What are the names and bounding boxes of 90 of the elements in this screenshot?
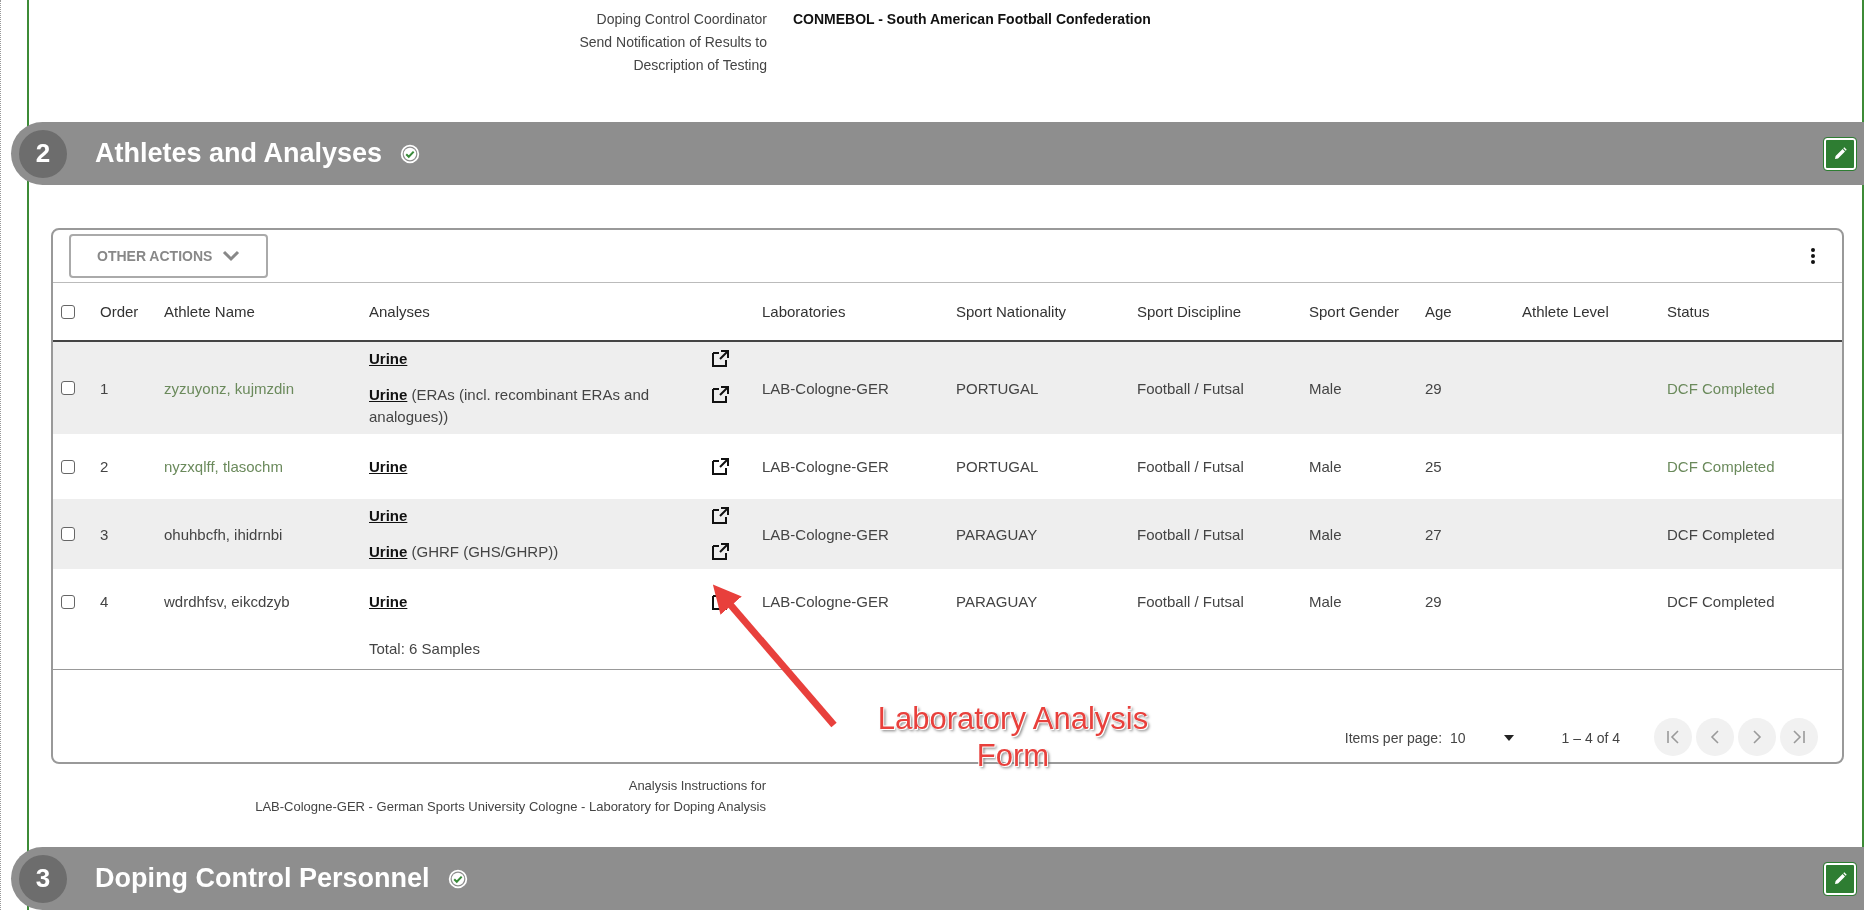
first-chevron-icon (1664, 728, 1682, 746)
open-form-button[interactable] (711, 350, 729, 368)
checkbox[interactable] (61, 459, 75, 474)
table-cell: LAB-Cologne-GER (762, 458, 889, 475)
open-external-icon (711, 386, 729, 404)
table-cell: PORTUGAL (956, 458, 1039, 475)
open-form-button[interactable] (711, 386, 729, 404)
table-cell: 1 (100, 379, 109, 397)
table-cell: LAB-Cologne-GER (762, 379, 889, 397)
column-header[interactable]: Laboratories (762, 303, 846, 320)
sample-link[interactable]: Urine (369, 592, 408, 610)
column-header[interactable]: Age (1425, 303, 1452, 320)
status-text: DCF Completed (1667, 593, 1775, 610)
analysis-text: Urine (GHRF (GHS/GHRP)) (369, 542, 559, 562)
table-cell: 29 (1425, 593, 1442, 610)
table-cell: Football / Futsal (1137, 458, 1244, 475)
open-external-icon (711, 350, 729, 368)
pencil-icon (1832, 870, 1848, 887)
field-value: CONMEBOL - South American Football Confederation (793, 11, 1152, 28)
table-cell: Male (1309, 593, 1342, 610)
table-cell: LAB-Cologne-GER (762, 525, 889, 543)
edit-button[interactable] (1824, 137, 1856, 170)
open-form-button[interactable] (711, 457, 729, 476)
column-header[interactable]: Athlete Level (1522, 303, 1609, 320)
sample-link[interactable]: Urine (369, 507, 408, 524)
field-label: Description of Testing (632, 57, 767, 74)
athlete-name: nyzxqlff, tlasochm (164, 458, 283, 475)
sample-link[interactable]: Urine (369, 350, 408, 367)
items-per-page-label: Items per page: (1344, 730, 1443, 746)
page-range-text: 1 – 4 of 4 (1561, 730, 1620, 746)
column-header[interactable]: Athlete Name (164, 303, 255, 320)
table-cell: Football / Futsal (1137, 593, 1244, 610)
status-text: DCF Completed (1667, 379, 1775, 397)
open-form-button[interactable] (711, 507, 729, 525)
column-header[interactable]: Sport Discipline (1137, 303, 1242, 320)
table-cell: LAB-Cologne-GER (762, 593, 889, 610)
column-header[interactable]: Sport Gender (1309, 303, 1400, 320)
table-cell: PARAGUAY (956, 525, 1038, 543)
step-number: 3 (19, 854, 67, 903)
table-cell: 25 (1425, 458, 1442, 475)
dropdown-caret-icon (1503, 735, 1514, 741)
open-external-icon (711, 507, 729, 525)
field-label: Send Notification of Results to (578, 34, 767, 51)
instructions-text: LAB-Cologne-GER - German Sports University Cologne - Laboratory for Doping Analysis (255, 799, 766, 814)
sample-link[interactable]: Urine (369, 543, 408, 560)
table-cell: 27 (1425, 525, 1442, 543)
sample-link[interactable]: Urine (369, 457, 408, 475)
last-chevron-icon (1790, 728, 1808, 746)
athlete-name: wdrdhfsv, eikcdzyb (164, 593, 290, 610)
column-header[interactable]: Status (1667, 303, 1710, 320)
table-cell: Male (1309, 458, 1342, 475)
sample-link[interactable]: Urine (369, 386, 408, 403)
annotation-label: Laboratory Analysis Form (876, 700, 1150, 774)
edit-button[interactable] (1824, 862, 1856, 895)
other-actions-button[interactable]: OTHER ACTIONS (69, 234, 269, 278)
instructions-text: Analysis Instructions for (628, 778, 766, 793)
checkbox[interactable] (61, 381, 75, 395)
status-text: DCF Completed (1667, 525, 1775, 543)
section-title: Athletes and Analyses (95, 138, 383, 169)
section-title: Doping Control Personnel (95, 863, 430, 894)
table-cell: Football / Futsal (1137, 525, 1244, 543)
checkbox[interactable] (61, 594, 75, 609)
items-per-page-select[interactable]: 10 (1450, 730, 1514, 746)
athlete-name: zyzuyonz, kujmzdin (164, 379, 295, 397)
total-text: Total: 6 Samples (369, 640, 480, 657)
checkbox[interactable] (61, 304, 75, 319)
open-form-button[interactable] (711, 543, 729, 561)
status-text: DCF Completed (1667, 458, 1775, 475)
open-external-icon (711, 457, 729, 476)
column-header[interactable]: Analyses (369, 303, 430, 320)
column-header[interactable]: Sport Nationality (956, 303, 1067, 320)
table-cell: PARAGUAY (956, 593, 1038, 610)
open-external-icon (711, 543, 729, 561)
checkbox[interactable] (61, 527, 75, 541)
table-cell: 29 (1425, 379, 1442, 397)
table-cell: Male (1309, 525, 1342, 543)
column-header[interactable]: Order (100, 303, 139, 320)
athlete-name: ohuhbcfh, ihidrnbi (164, 525, 283, 543)
chevron-down-icon (222, 250, 241, 262)
table-cell: PORTUGAL (956, 379, 1039, 397)
table-cell: 2 (100, 458, 109, 475)
table-cell: Male (1309, 379, 1342, 397)
pencil-icon (1832, 145, 1848, 162)
step-number: 2 (19, 129, 67, 178)
analysis-text: Urine (ERAs (incl. recombinant ERAs and analogues)) (369, 385, 651, 427)
more-vertical-icon (1810, 247, 1816, 265)
field-label: Doping Control Coordinator (595, 11, 767, 28)
table-cell: 3 (100, 525, 109, 543)
table-cell: Football / Futsal (1137, 379, 1244, 397)
table-cell: 4 (100, 593, 109, 610)
